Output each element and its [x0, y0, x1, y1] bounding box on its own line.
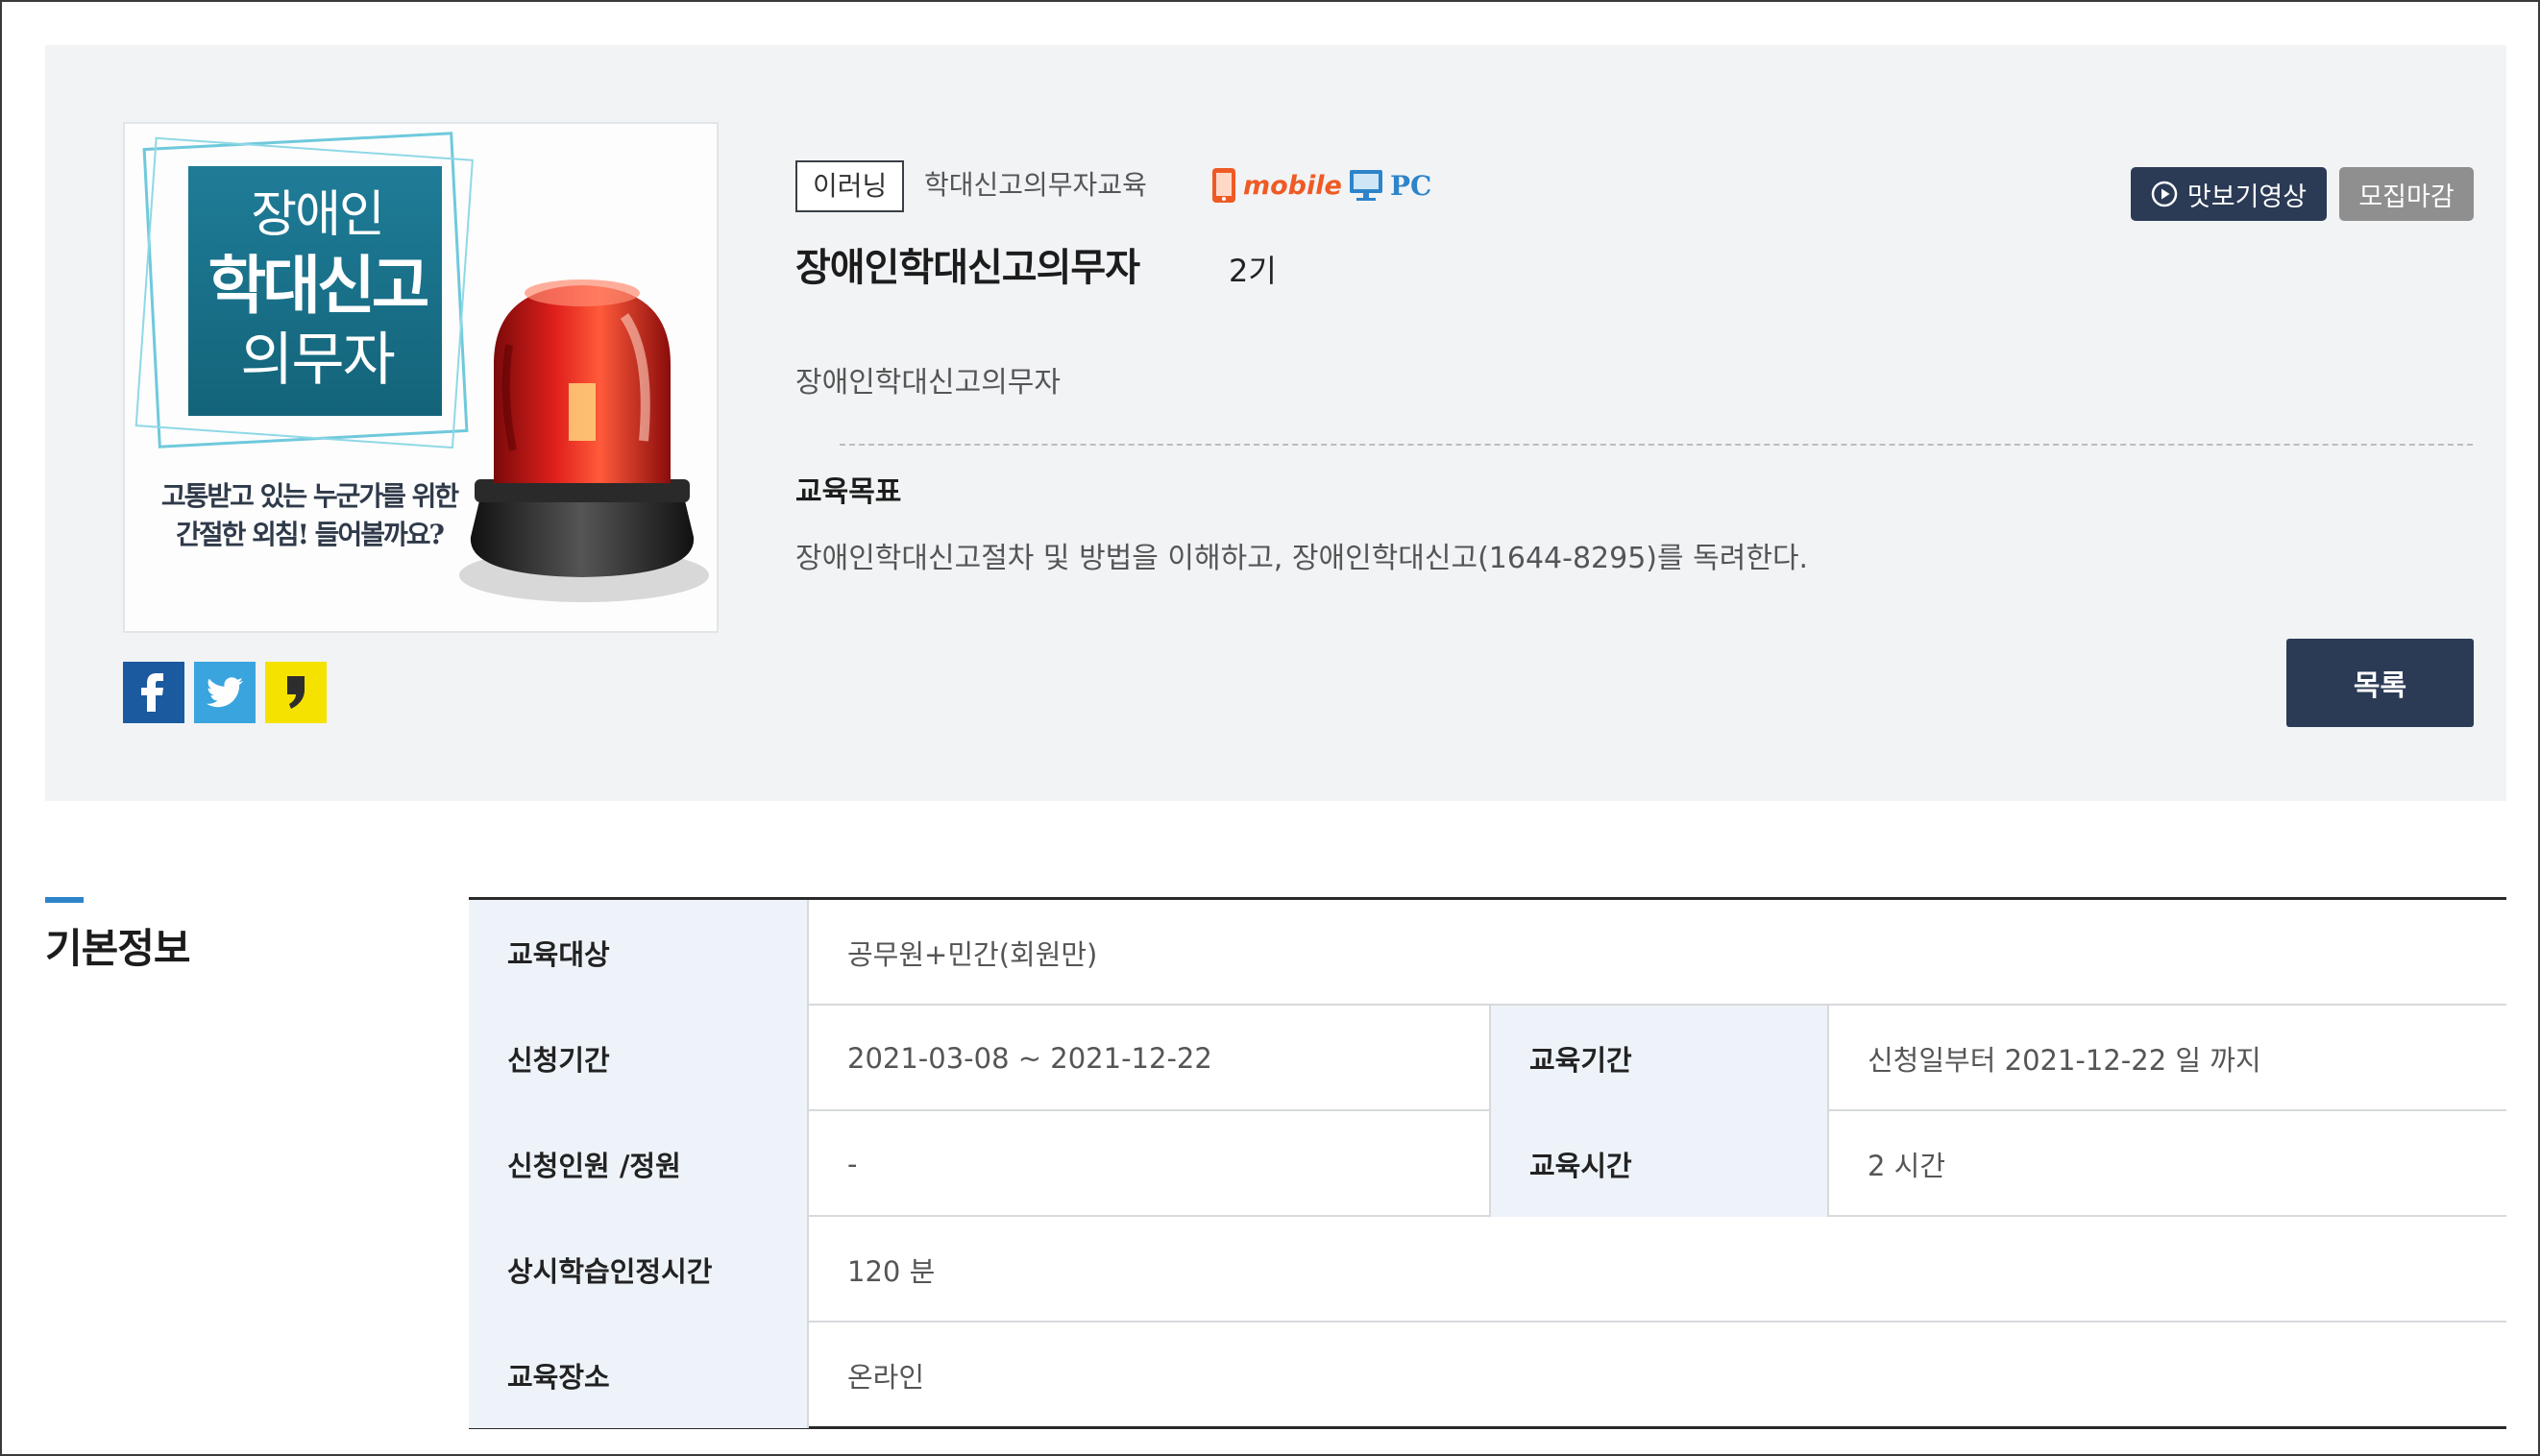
- table-row: 신청인원 /정원 - 교육시간 2 시간: [469, 1111, 2506, 1217]
- row-label: 교육대상: [469, 900, 809, 1006]
- course-category: 학대신고의무자교육: [924, 169, 1147, 201]
- share-facebook-button[interactable]: [123, 662, 184, 723]
- row-value: 신청일부터 2021-12-22 일 까지: [1868, 1044, 2261, 1077]
- thumbnail-caption: 고통받고 있는 누군가를 위한 간절한 외침! 들어볼까요?: [136, 477, 482, 554]
- row-value: -: [847, 1148, 858, 1180]
- monitor-icon: [1350, 170, 1382, 201]
- row-label: 교육기간: [1489, 1006, 1829, 1111]
- row-label: 상시학습인정시간: [469, 1217, 809, 1323]
- share-twitter-button[interactable]: [194, 662, 256, 723]
- device-mobile-badge: mobile: [1210, 164, 1342, 206]
- device-pc-label: PC: [1390, 169, 1432, 202]
- row-value: 온라인: [847, 1361, 925, 1394]
- facebook-icon: [141, 673, 163, 712]
- section-title: 기본정보: [45, 925, 191, 972]
- row-value: 2 시간: [1868, 1150, 1946, 1182]
- row-label: 교육장소: [469, 1323, 809, 1428]
- thumbnail-caption-line2: 간절한 외침! 들어볼까요?: [176, 519, 445, 550]
- row-value: 2021-03-08 ~ 2021-12-22: [847, 1042, 1212, 1075]
- row-label: 교육시간: [1489, 1111, 1829, 1217]
- course-term: 2기: [1229, 253, 1277, 289]
- kakaostory-icon: [287, 676, 305, 709]
- thumbnail-title-line3: 의무자: [240, 327, 396, 394]
- device-mobile-label: mobile: [1243, 170, 1342, 201]
- play-circle-icon: [2151, 181, 2178, 207]
- thumbnail-title-line1: 장애인: [251, 186, 385, 244]
- course-subtitle: 장애인학대신고의무자: [795, 366, 1061, 400]
- row-label: 신청기간: [469, 1006, 809, 1111]
- table-row: 신청기간 2021-03-08 ~ 2021-12-22 교육기간 신청일부터 …: [469, 1006, 2506, 1111]
- thumbnail-title: 장애인 학대신고 의무자: [192, 172, 442, 414]
- goal-heading: 교육목표: [795, 475, 902, 509]
- mobile-phone-icon: [1212, 168, 1235, 203]
- table-row: 교육장소 온라인: [469, 1323, 2506, 1428]
- course-title: 장애인학대신고의무자: [795, 246, 1140, 290]
- list-button[interactable]: 목록: [2286, 639, 2474, 727]
- preview-video-button[interactable]: 맛보기영상: [2131, 167, 2327, 221]
- share-kakaostory-button[interactable]: [265, 662, 327, 723]
- goal-text: 장애인학대신고절차 및 방법을 이해하고, 장애인학대신고(1644-8295)…: [795, 542, 1809, 575]
- table-row: 교육대상 공무원+민간(회원만): [469, 900, 2506, 1006]
- row-value: 공무원+민간(회원만): [847, 938, 1098, 971]
- device-pc-badge: PC: [1348, 164, 1431, 206]
- divider: [840, 444, 2473, 446]
- section-accent-bar: [45, 897, 84, 903]
- course-summary-panel: 장애인 학대신고 의무자 고통받고 있는 누군가를 위한 간절한 외침! 들어볼…: [45, 45, 2506, 801]
- twitter-icon: [207, 677, 243, 708]
- basic-info-table: 교육대상 공무원+민간(회원만) 신청기간 2021-03-08 ~ 2021-…: [469, 897, 2506, 1429]
- preview-video-label: 맛보기영상: [2186, 182, 2308, 212]
- course-thumbnail: 장애인 학대신고 의무자 고통받고 있는 누군가를 위한 간절한 외침! 들어볼…: [123, 122, 719, 633]
- recruitment-closed-badge: 모집마감: [2339, 167, 2474, 221]
- course-type-tag: 이러닝: [795, 160, 905, 212]
- row-label: 신청인원 /정원: [469, 1111, 809, 1217]
- row-value: 120 분: [847, 1255, 936, 1288]
- thumbnail-caption-line1: 고통받고 있는 누군가를 위한: [160, 480, 459, 512]
- table-row: 상시학습인정시간 120 분: [469, 1217, 2506, 1323]
- thumbnail-title-line2: 학대신고: [208, 249, 430, 323]
